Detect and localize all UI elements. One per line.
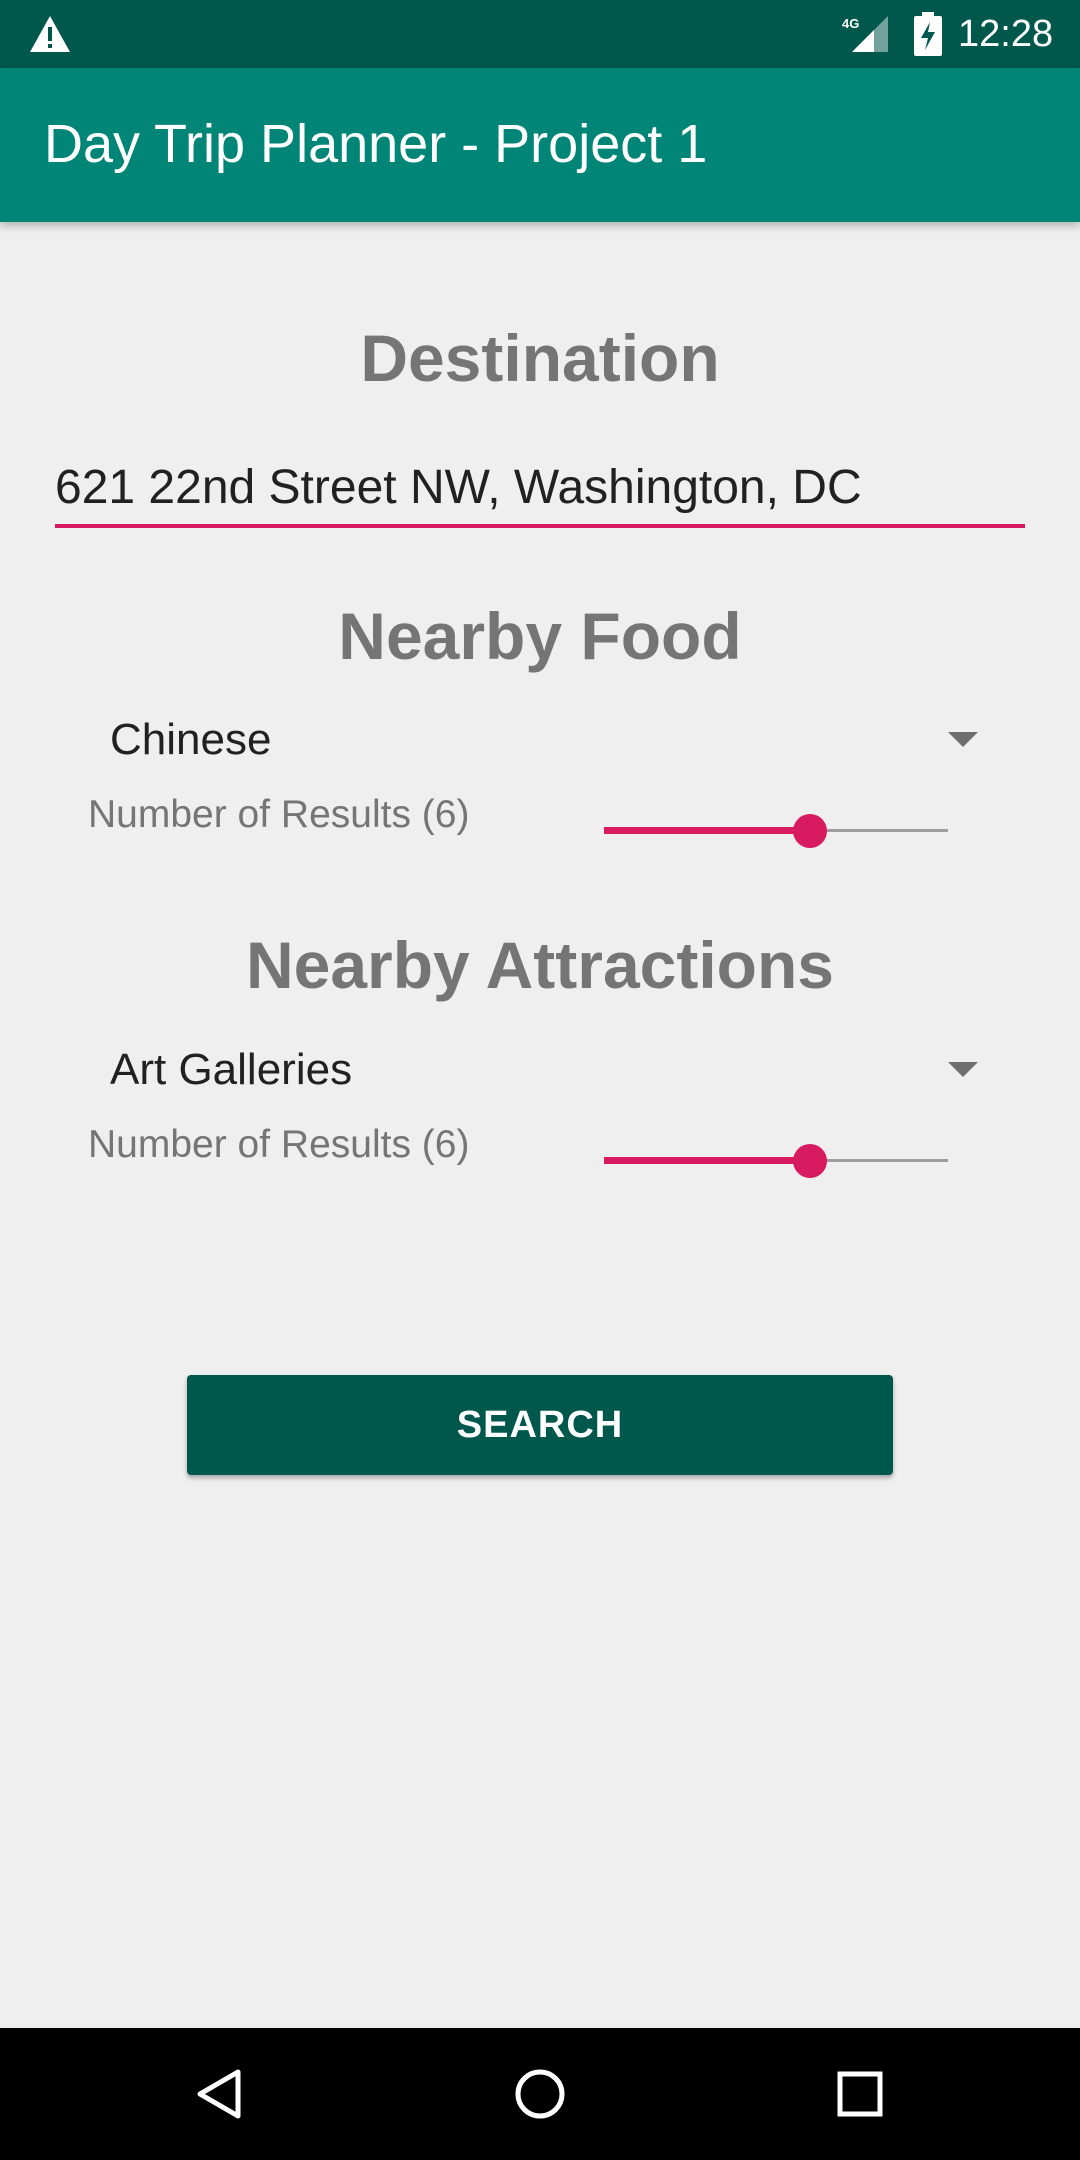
attraction-type-dropdown[interactable]: Art Galleries: [110, 1030, 990, 1110]
status-bar: 4G 12:28: [0, 0, 1080, 68]
network-type-label: 4G: [842, 16, 859, 31]
dropdown-arrow-icon: [948, 1062, 978, 1077]
destination-address-input[interactable]: [55, 450, 1025, 528]
food-results-slider[interactable]: [604, 811, 948, 851]
battery-charging-icon: [914, 12, 942, 56]
food-type-selected: Chinese: [110, 715, 272, 764]
dropdown-arrow-icon: [948, 732, 978, 747]
slider-fill: [604, 1157, 810, 1164]
attraction-type-selected: Art Galleries: [110, 1045, 353, 1094]
home-icon[interactable]: [510, 2064, 570, 2124]
food-type-dropdown[interactable]: Chinese: [110, 700, 990, 780]
food-heading: Nearby Food: [338, 599, 742, 673]
recents-icon[interactable]: [830, 2064, 890, 2124]
navigation-bar: [0, 2028, 1080, 2160]
app-bar: Day Trip Planner - Project 1: [0, 68, 1080, 222]
slider-fill: [604, 827, 810, 834]
app-title: Day Trip Planner - Project 1: [44, 114, 708, 174]
warning-icon: [30, 16, 70, 52]
slider-thumb[interactable]: [793, 1144, 827, 1178]
attractions-results-label: Number of Results (6): [88, 1123, 470, 1166]
attractions-heading: Nearby Attractions: [245, 928, 835, 1002]
destination-heading: Destination: [360, 321, 720, 395]
back-icon[interactable]: [190, 2064, 250, 2124]
attractions-results-slider[interactable]: [604, 1141, 948, 1181]
food-results-label: Number of Results (6): [88, 793, 470, 836]
signal-icon: 4G: [842, 16, 888, 52]
slider-thumb[interactable]: [793, 814, 827, 848]
search-button[interactable]: SEARCH: [187, 1375, 893, 1475]
clock: 12:28: [958, 13, 1054, 55]
